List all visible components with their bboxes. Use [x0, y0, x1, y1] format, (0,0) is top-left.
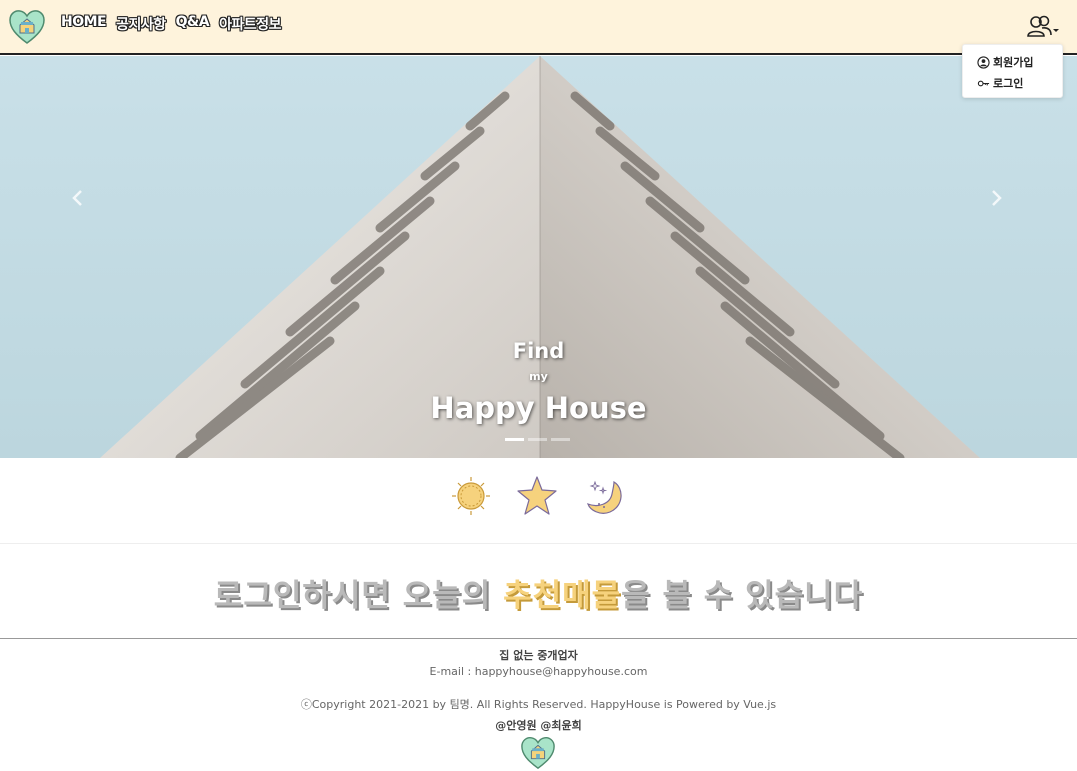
users-icon[interactable] — [1026, 14, 1060, 40]
footer-email: E-mail : happyhouse@happyhouse.com — [429, 665, 648, 678]
recommendation-promo-text: 로그인하시면 오늘의 추천매물을 볼 수 있습니다 — [0, 570, 1077, 615]
carousel-indicators — [505, 438, 570, 441]
footer-logo-heart-house-icon — [521, 736, 555, 770]
nav-home[interactable]: HOME — [61, 14, 107, 34]
hero-carousel: Find my Happy House — [0, 56, 1077, 458]
caption-find: Find — [512, 339, 565, 363]
caption-happy-house: Happy House — [430, 391, 647, 425]
nav-apartment-info[interactable]: 아파트정보 — [219, 14, 281, 34]
caption-my: my — [529, 370, 548, 383]
carousel-indicator[interactable] — [505, 438, 524, 441]
chevron-right-icon[interactable] — [984, 186, 1008, 210]
carousel-indicator[interactable] — [551, 438, 570, 441]
chevron-left-icon[interactable] — [66, 186, 90, 210]
login-label: 로그인 — [993, 77, 1024, 90]
key-icon — [977, 80, 990, 86]
user-circle-icon — [977, 55, 990, 69]
sun-icon[interactable] — [450, 474, 492, 518]
footer-company-name: 집 없는 중개업자 — [499, 649, 578, 662]
nav-notice[interactable]: 공지사항 — [116, 14, 166, 34]
signup-label: 회원가입 — [993, 56, 1034, 69]
footer-authors: @안영원 @최윤희 — [495, 719, 582, 732]
moon-icon[interactable] — [584, 474, 626, 518]
promo-text-before: 로그인하시면 오늘의 — [213, 578, 504, 614]
nav-qna[interactable]: Q&A — [176, 14, 210, 34]
star-icon[interactable] — [516, 474, 558, 518]
footer: 집 없는 중개업자 E-mail : happyhouse@happyhouse… — [0, 638, 1077, 771]
login-menu-item[interactable]: 로그인 — [977, 75, 1023, 91]
carousel-indicator[interactable] — [528, 438, 547, 441]
logo-heart-house-icon[interactable] — [8, 8, 46, 46]
footer-copyright: ⓒCopyright 2021-2021 by 팀명. All Rights R… — [300, 698, 777, 711]
signup-menu-item[interactable]: 회원가입 — [977, 54, 1033, 70]
promo-text-after: 을 볼 수 있습니다 — [621, 578, 864, 614]
theme-icon-row — [0, 458, 1077, 544]
promo-text-highlight: 추천매물 — [503, 578, 622, 614]
user-dropdown-menu: 회원가입 로그인 — [962, 44, 1063, 98]
navbar: HOME 공지사항 Q&A 아파트정보 — [0, 0, 1077, 55]
